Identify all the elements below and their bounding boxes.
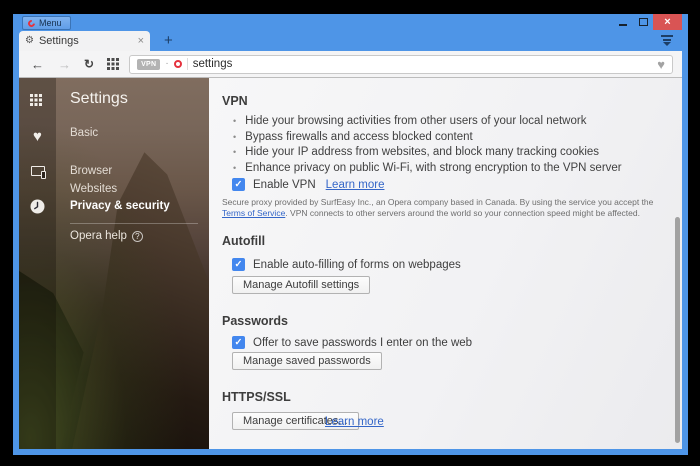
manage-passwords-button[interactable]: Manage saved passwords <box>232 352 382 370</box>
tab-bar: ⚙ Settings × + <box>19 30 682 51</box>
settings-nav: Settings Basic Browser Websites Privacy … <box>70 78 209 449</box>
bullet-icon: • <box>233 163 236 173</box>
sidebar-divider <box>70 223 198 224</box>
bullet-icon: • <box>233 147 236 157</box>
settings-content: VPN •Hide your browsing activities from … <box>209 78 682 449</box>
history-clock-icon[interactable] <box>30 199 46 213</box>
bullet-icon: • <box>233 132 236 142</box>
scrollbar-thumb[interactable] <box>675 217 680 443</box>
address-divider <box>187 58 188 70</box>
bullet-icon: • <box>233 116 236 126</box>
autofill-checkbox-row: Enable auto-filling of forms on webpages <box>232 258 461 271</box>
window-controls: × <box>613 14 682 30</box>
autofill-checkbox[interactable] <box>232 258 245 271</box>
menu-label: Menu <box>39 18 62 28</box>
opera-help-label: Opera help <box>70 230 127 242</box>
close-icon: × <box>664 17 670 28</box>
minimize-icon <box>619 24 627 26</box>
sidebar-item-websites[interactable]: Websites <box>70 183 117 195</box>
close-button[interactable]: × <box>653 14 682 30</box>
separator-dot: · <box>165 59 168 69</box>
list-item: •Hide your IP address from websites, and… <box>233 145 622 161</box>
enable-vpn-label: Enable VPN <box>253 179 316 191</box>
reload-button[interactable]: ↻ <box>84 58 94 70</box>
url-text[interactable]: settings <box>193 58 233 70</box>
passwords-heading: Passwords <box>222 314 288 328</box>
list-item: •Hide your browsing activities from othe… <box>233 114 622 130</box>
browser-window: Menu × ⚙ Settings × + ← → ↻ <box>13 14 688 455</box>
back-button[interactable]: ← <box>31 58 44 71</box>
manage-autofill-button[interactable]: Manage Autofill settings <box>232 276 370 294</box>
gear-icon: ⚙ <box>25 36 34 46</box>
speed-dial-icon[interactable] <box>30 94 46 108</box>
heart-bookmark-icon[interactable]: ♥ <box>657 58 665 71</box>
autofill-heading: Autofill <box>222 234 265 248</box>
vpn-badge[interactable]: VPN <box>137 59 160 70</box>
navigation-toolbar: ← → ↻ VPN · settings ♥ <box>19 51 682 78</box>
sidebar-item-browser[interactable]: Browser <box>70 165 112 177</box>
help-icon: ? <box>132 231 143 242</box>
maximize-button[interactable] <box>633 14 653 30</box>
sidebar-item-privacy-security[interactable]: Privacy & security <box>70 200 170 212</box>
extensions-grid-icon[interactable] <box>107 58 120 71</box>
address-bar[interactable]: VPN · settings ♥ <box>129 55 673 74</box>
settings-page-title: Settings <box>70 90 128 108</box>
tab-close-icon[interactable]: × <box>138 36 144 47</box>
tab-title: Settings <box>39 35 138 47</box>
save-passwords-label: Offer to save passwords I enter on the w… <box>253 337 472 349</box>
minimize-button[interactable] <box>613 14 633 30</box>
settings-sidebar: ♥ Settings Basic Browser Websites Privac… <box>19 78 209 449</box>
vpn-benefits-list: •Hide your browsing activities from othe… <box>233 114 622 176</box>
vpn-heading: VPN <box>222 94 248 108</box>
list-item: •Enhance privacy on public Wi-Fi, with s… <box>233 161 622 177</box>
autofill-checkbox-label: Enable auto-filling of forms on webpages <box>253 259 461 271</box>
title-bar: Menu × <box>19 14 682 30</box>
enable-vpn-checkbox[interactable] <box>232 178 245 191</box>
save-passwords-checkbox[interactable] <box>232 336 245 349</box>
tab-settings[interactable]: ⚙ Settings × <box>19 31 150 51</box>
https-learn-more-link[interactable]: Learn more <box>325 416 384 428</box>
passwords-checkbox-row: Offer to save passwords I enter on the w… <box>232 336 472 349</box>
vpn-learn-more-link[interactable]: Learn more <box>326 179 385 191</box>
maximize-icon <box>639 18 648 26</box>
opera-logo-icon <box>27 18 37 28</box>
bookmarks-heart-icon[interactable]: ♥ <box>30 129 46 143</box>
https-heading: HTTPS/SSL <box>222 390 291 404</box>
main-area: ♥ Settings Basic Browser Websites Privac… <box>19 78 682 449</box>
opera-help-link[interactable]: Opera help ? <box>70 230 143 242</box>
list-item: •Bypass firewalls and access blocked con… <box>233 130 622 146</box>
devices-sync-icon[interactable] <box>30 164 46 178</box>
terms-of-service-link[interactable]: Terms of Service <box>222 208 285 218</box>
opera-site-icon <box>174 60 182 68</box>
tab-menu-icon[interactable] <box>661 35 673 46</box>
forward-button[interactable]: → <box>58 58 71 71</box>
enable-vpn-row: Enable VPN Learn more <box>232 178 384 191</box>
opera-menu-button[interactable]: Menu <box>22 16 71 30</box>
vpn-fine-print: Secure proxy provided by SurfEasy Inc., … <box>222 197 676 219</box>
sidebar-item-basic[interactable]: Basic <box>70 127 98 139</box>
new-tab-button[interactable]: + <box>159 32 178 50</box>
sidebar-icon-strip: ♥ <box>19 78 56 449</box>
